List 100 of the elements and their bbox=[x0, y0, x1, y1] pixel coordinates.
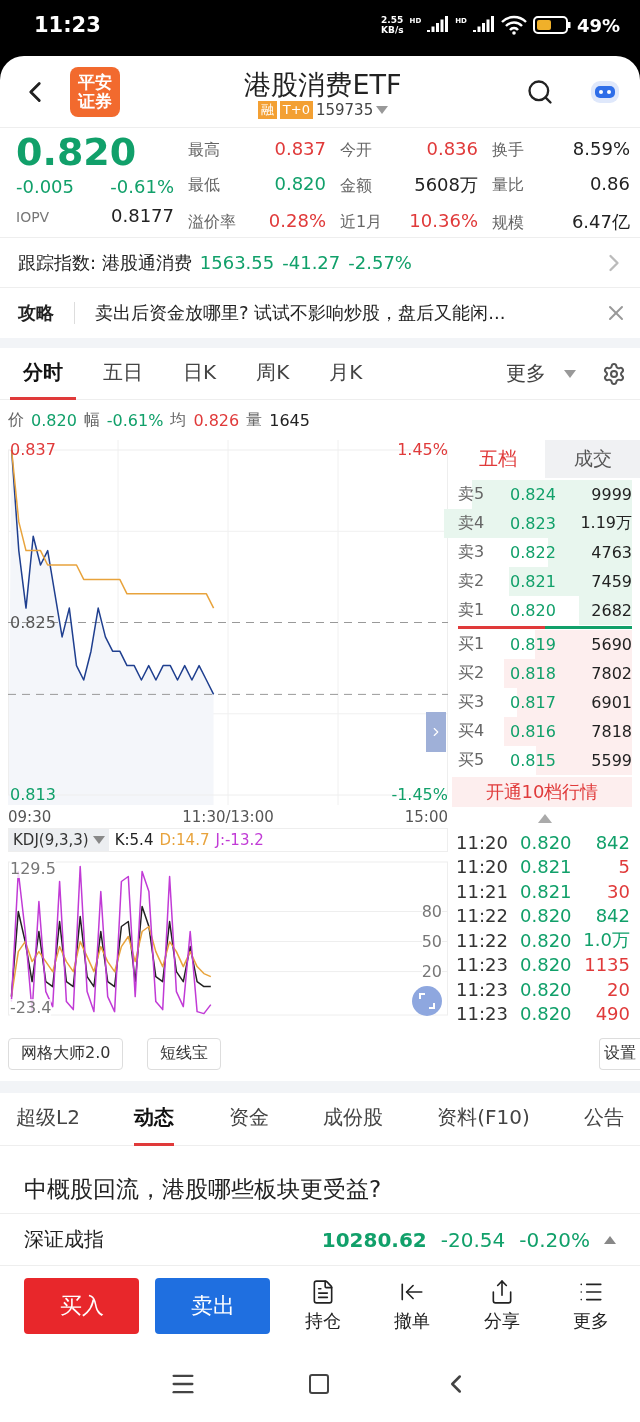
index-percent: -2.57% bbox=[348, 252, 412, 273]
stat-label: 最高 bbox=[188, 140, 220, 161]
settings-button[interactable]: 设置 bbox=[599, 1037, 640, 1070]
level-price: 0.818 bbox=[510, 664, 556, 683]
stat-label: IOPV bbox=[16, 209, 50, 225]
trade-volume: 5 bbox=[618, 856, 630, 878]
level-price: 0.823 bbox=[510, 514, 556, 533]
level-volume: 4763 bbox=[591, 543, 632, 562]
trade-time: 11:20 bbox=[456, 856, 509, 878]
broker-logo: 平安 证券 bbox=[70, 66, 120, 117]
level-volume: 1.19万 bbox=[580, 513, 632, 534]
expand-icon[interactable] bbox=[604, 1235, 616, 1244]
settings-icon bbox=[602, 361, 626, 386]
sell-button[interactable]: 卖出 bbox=[155, 1278, 270, 1334]
trade-price: 0.820 bbox=[520, 978, 572, 1000]
wifi-icon bbox=[500, 15, 527, 35]
tag: 融 bbox=[257, 100, 277, 119]
stat-label: 量比 bbox=[492, 175, 524, 197]
trade-time: 11:23 bbox=[456, 954, 509, 976]
action-button[interactable]: 分享 bbox=[465, 1279, 539, 1333]
trade-volume: 20 bbox=[607, 978, 630, 1000]
trade-price: 0.821 bbox=[520, 880, 572, 902]
index-value: 10280.62 bbox=[321, 1227, 427, 1252]
time-label: 15:00 bbox=[404, 807, 448, 826]
stat-value: 8.59% bbox=[572, 138, 630, 159]
tracking-index-row[interactable]: 跟踪指数: 港股通消费 1563.55 -41.27 -2.57% bbox=[0, 238, 640, 288]
caret-icon bbox=[564, 369, 576, 378]
tool-button[interactable]: 网格大师2.0 bbox=[8, 1037, 124, 1070]
stat-label: 换手 bbox=[492, 140, 524, 161]
stat-label: 规模 bbox=[492, 212, 524, 234]
chart-tab[interactable]: 分时 bbox=[10, 347, 76, 400]
square-icon bbox=[307, 1372, 331, 1396]
trade-price: 0.820 bbox=[520, 1003, 572, 1025]
price-change: -0.005 bbox=[16, 176, 75, 197]
trade-price: 0.821 bbox=[520, 856, 572, 878]
clock: 11:23 bbox=[34, 13, 101, 37]
settings-button[interactable] bbox=[602, 361, 626, 386]
last-price: 0.820 bbox=[16, 132, 138, 172]
action-button[interactable]: 更多 bbox=[554, 1279, 628, 1333]
level-label: 卖1 bbox=[458, 600, 486, 621]
level-label: 卖5 bbox=[458, 484, 486, 505]
axis-label: 0.837 bbox=[10, 441, 56, 459]
trade-volume: 1135 bbox=[584, 954, 630, 976]
signal-icon bbox=[427, 16, 450, 34]
trade-time: 11:23 bbox=[456, 978, 509, 1000]
trade-price: 0.820 bbox=[520, 905, 572, 927]
chart-tab[interactable]: 周K bbox=[243, 347, 303, 400]
level-volume: 5599 bbox=[591, 751, 632, 770]
stat-label: 今开 bbox=[340, 140, 372, 161]
index-value: 1563.55 bbox=[199, 252, 275, 273]
stat-value: 5608万 bbox=[414, 173, 478, 198]
chart-tab[interactable]: 日K bbox=[170, 347, 230, 400]
action-button[interactable]: 撤单 bbox=[375, 1279, 449, 1333]
level-label: 买4 bbox=[458, 721, 486, 742]
action-button[interactable]: 持仓 bbox=[286, 1279, 360, 1333]
axis-label: 0.813 bbox=[10, 786, 56, 804]
stat-value: 0.837 bbox=[274, 138, 326, 159]
level-price: 0.820 bbox=[510, 601, 556, 620]
level-price: 0.822 bbox=[510, 543, 556, 562]
detail-tab[interactable]: 动态 bbox=[134, 1092, 175, 1146]
range-label: 129.5 bbox=[10, 860, 56, 878]
info-value: -0.61% bbox=[106, 410, 164, 430]
level-label: 买3 bbox=[458, 692, 486, 713]
detail-tab[interactable]: 超级L2 bbox=[16, 1092, 80, 1146]
stat-value: 10.36% bbox=[409, 209, 478, 231]
detail-tab[interactable]: 资金 bbox=[228, 1092, 269, 1146]
stat-value: 0.836 bbox=[426, 138, 478, 159]
percent-change: -0.61% bbox=[110, 176, 174, 197]
trade-time: 11:20 bbox=[456, 831, 509, 853]
time-label: 11:30/13:00 bbox=[182, 807, 274, 826]
level-volume: 7459 bbox=[591, 572, 632, 591]
news-link[interactable]: 卖出后资金放哪里? 试试不影响炒股，盘后又能闲... bbox=[95, 301, 604, 325]
home-button[interactable] bbox=[307, 1372, 331, 1396]
book-tab[interactable]: 成交 bbox=[545, 440, 640, 478]
upgrade-button[interactable]: 开通10档行情 bbox=[452, 777, 632, 807]
level-price: 0.817 bbox=[510, 693, 556, 712]
trade-price: 0.820 bbox=[520, 929, 572, 951]
info-value: 1645 bbox=[269, 410, 310, 430]
news-headline[interactable]: 中概股回流，港股哪些板块更受益? bbox=[0, 1146, 640, 1213]
chart-tab[interactable]: 月K bbox=[316, 347, 376, 400]
tool-button[interactable]: 短线宝 bbox=[147, 1037, 222, 1070]
tracking-label: 跟踪指数: 港股通消费 bbox=[18, 250, 192, 275]
more-tab[interactable]: 更多 bbox=[500, 347, 582, 400]
buy-button[interactable]: 买入 bbox=[24, 1278, 139, 1334]
index-name: 深证成指 bbox=[24, 1226, 104, 1253]
trade-price: 0.820 bbox=[520, 954, 572, 976]
stat-value: 0.8177 bbox=[111, 205, 174, 226]
detail-tab[interactable]: 成份股 bbox=[322, 1092, 383, 1146]
axis-label: 0.825 bbox=[10, 613, 56, 632]
level-price: 0.815 bbox=[510, 751, 556, 770]
chart-tab[interactable]: 五日 bbox=[90, 347, 156, 400]
level-price: 0.824 bbox=[510, 485, 556, 504]
detail-tab[interactable]: 资料(F10) bbox=[437, 1092, 530, 1146]
stat-value: 0.86 bbox=[589, 173, 630, 195]
fullscreen-icon bbox=[419, 993, 435, 1009]
search-button[interactable] bbox=[526, 77, 554, 106]
signal-icon bbox=[472, 16, 495, 34]
level-label: 卖2 bbox=[458, 571, 486, 592]
detail-tab[interactable]: 公告 bbox=[584, 1092, 624, 1146]
info-value: 0.820 bbox=[31, 410, 77, 430]
